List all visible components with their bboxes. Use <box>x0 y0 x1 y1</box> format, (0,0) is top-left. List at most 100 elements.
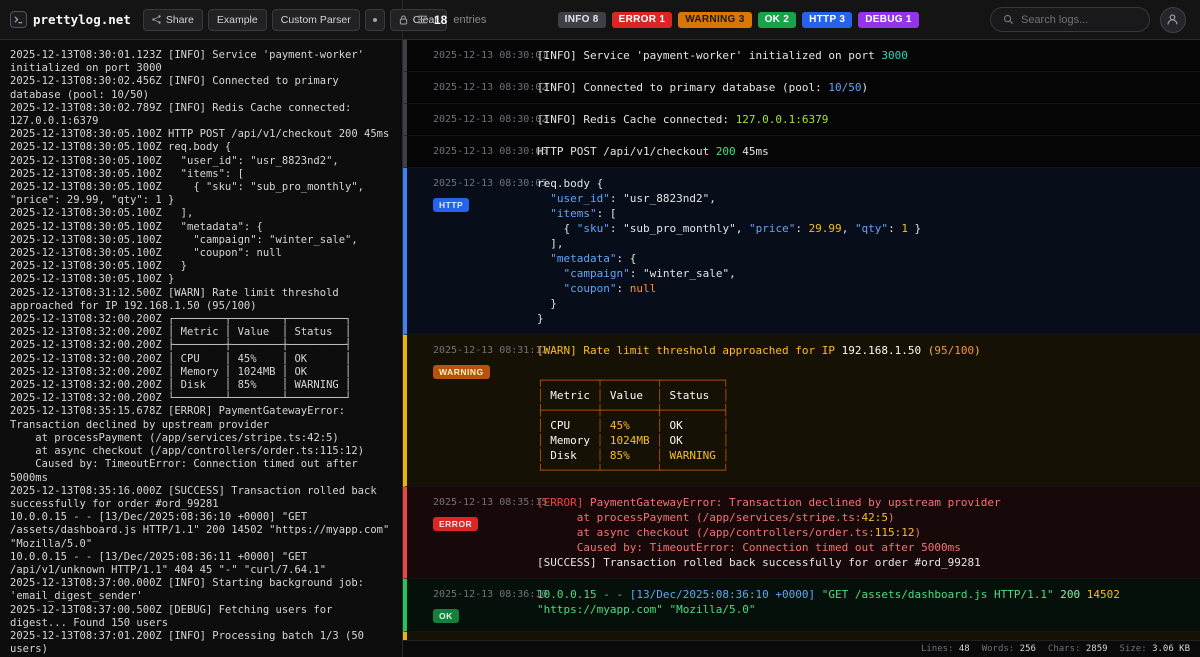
raw-log-panel[interactable]: 2025-12-13T08:30:01.123Z [INFO] Service … <box>0 40 403 657</box>
entries-count: 18 entries <box>417 13 486 27</box>
raw-log-line: 2025-12-13T08:30:05.100Z "user_id": "usr… <box>10 155 392 168</box>
raw-log-line: Caused by: TimeoutError: Connection time… <box>10 458 392 484</box>
entry-level-badge: ERROR <box>433 517 478 531</box>
raw-log-line: 2025-12-13T08:30:05.100Z } <box>10 273 392 286</box>
stat-size: Size: 3.06 KB <box>1120 644 1190 654</box>
entry-meta: 2025-12-13 08:30:02 <box>407 112 537 127</box>
parsed-log-panel: 2025-12-13 08:30:01[INFO] Service 'payme… <box>403 40 1200 657</box>
user-icon <box>1166 13 1179 26</box>
logo-icon <box>10 11 27 28</box>
entry-meta: 2025-12-13 08:31:12WARNING <box>407 343 537 478</box>
log-entry[interactable]: 2025-12-13 08:36:10OK10.0.0.15 - - [13/D… <box>403 579 1200 632</box>
stat-lines: Lines: 48 <box>921 644 970 654</box>
share-button-label: Share <box>166 14 194 26</box>
topbar-right: 18 entries INFO 8 ERROR 1 WARNING 3 OK 2 HTT… <box>403 0 1200 39</box>
log-entry[interactable]: 2025-12-13 08:35:15ERROR[ERROR] PaymentG… <box>403 487 1200 579</box>
dot-icon <box>373 18 377 22</box>
raw-log-line: 2025-12-13T08:32:00.200Z │ Metric │ Valu… <box>10 326 392 339</box>
share-icon <box>152 15 161 24</box>
entry-content: 10.0.0.15 - - [13/Dec/2025:08:36:10 +000… <box>537 587 1186 623</box>
raw-log-line: 2025-12-13T08:30:05.100Z "items": [ <box>10 168 392 181</box>
raw-log-line: 2025-12-13T08:32:00.200Z ┌────────┬─────… <box>10 313 392 326</box>
level-badges: INFO 8 ERROR 1 WARNING 3 OK 2 HTTP 3 DEBUG 1 <box>558 12 919 28</box>
log-entry[interactable]: 2025-12-13 08:30:01[INFO] Service 'payme… <box>403 40 1200 72</box>
entry-timestamp: 2025-12-13 08:30:05 <box>433 176 537 191</box>
status-bar: Lines: 48 Words: 256 Chars: 2859 Size: 3.06… <box>403 640 1200 657</box>
entry-timestamp: 2025-12-13 08:30:02 <box>433 112 537 127</box>
raw-log-line: 2025-12-13T08:35:16.000Z [SUCCESS] Trans… <box>10 485 392 511</box>
log-entries: 2025-12-13 08:30:01[INFO] Service 'payme… <box>403 40 1200 640</box>
log-entry[interactable]: 2025-12-13 08:30:02[INFO] Redis Cache co… <box>403 104 1200 136</box>
example-button-label: Example <box>217 14 258 26</box>
entry-timestamp: 2025-12-13 08:30:02 <box>433 80 537 95</box>
raw-log-line: 2025-12-13T08:32:00.200Z │ CPU │ 45% │ O… <box>10 353 392 366</box>
parser-options-button[interactable] <box>365 9 385 31</box>
raw-log-line: 2025-12-13T08:30:05.100Z "metadata": { <box>10 221 392 234</box>
raw-log-line: 2025-12-13T08:30:01.123Z [INFO] Service … <box>10 49 392 75</box>
share-button[interactable]: Share <box>143 9 203 31</box>
entry-meta: 2025-12-13 08:30:01 <box>407 48 537 63</box>
custom-parser-button-label: Custom Parser <box>281 14 351 26</box>
raw-log-line: 2025-12-13T08:37:00.500Z [DEBUG] Fetchin… <box>10 604 392 630</box>
raw-log-line: 2025-12-13T08:30:05.100Z req.body { <box>10 141 392 154</box>
entry-meta: 2025-12-13 08:35:15 ERROR <box>407 495 537 570</box>
raw-log-line: 2025-12-13T08:32:00.200Z ├────────┼─────… <box>10 339 392 352</box>
search-input[interactable] <box>1021 14 1137 26</box>
raw-log-line: 10.0.0.15 - - [13/Dec/2025:08:36:11 +000… <box>10 551 392 577</box>
raw-log-line: 2025-12-13T08:30:05.100Z ], <box>10 207 392 220</box>
entry-content: [INFO] Service 'payment-worker' initiali… <box>537 48 1186 63</box>
entry-content: [WARN] Rate limit threshold approached f… <box>537 343 1186 478</box>
entry-meta: 2025-12-13 08:30:02 <box>407 80 537 95</box>
app-title: prettylog.net <box>33 12 131 27</box>
raw-log-line: 2025-12-13T08:30:05.100Z } <box>10 260 392 273</box>
raw-log-line: 2025-12-13T08:30:02.456Z [INFO] Connecte… <box>10 75 392 101</box>
logo[interactable]: prettylog.net <box>10 11 131 28</box>
raw-log-line: at async checkout (/app/controllers/orde… <box>10 445 392 458</box>
log-entry[interactable]: 2025-12-13 08:30:05HTTPreq.body { "user_… <box>403 168 1200 335</box>
entry-content: [INFO] Redis Cache connected: 127.0.0.1:… <box>537 112 1186 127</box>
custom-parser-button[interactable]: Custom Parser <box>272 9 360 31</box>
topbar: prettylog.net Share Example Custom Parse… <box>0 0 1200 40</box>
example-button[interactable]: Example <box>208 9 267 31</box>
stat-words: Words: 256 <box>982 644 1036 654</box>
raw-log-line: 2025-12-13T08:32:00.200Z │ Disk │ 85% │ … <box>10 379 392 392</box>
search-box[interactable] <box>990 7 1150 32</box>
raw-log-line: at processPayment (/app/services/stripe.… <box>10 432 392 445</box>
entry-timestamp: 2025-12-13 08:30:01 <box>433 48 537 63</box>
filter-badge-warning[interactable]: WARNING 3 <box>678 12 751 28</box>
raw-log-line: 2025-12-13T08:30:05.100Z { "sku": "sub_p… <box>10 181 392 207</box>
raw-log-line: 2025-12-13T08:30:05.100Z "coupon": null <box>10 247 392 260</box>
entry-timestamp: 2025-12-13 08:36:10 <box>433 587 537 602</box>
filter-badge-error[interactable]: ERROR 1 <box>612 12 673 28</box>
filter-badge-debug[interactable]: DEBUG 1 <box>858 12 919 28</box>
entry-content: [INFO] Connected to primary database (po… <box>537 80 1186 95</box>
entry-timestamp: 2025-12-13 08:35:15 <box>433 495 537 510</box>
stat-chars: Chars: 2859 <box>1048 644 1108 654</box>
raw-log-line: 2025-12-13T08:32:00.200Z └────────┴─────… <box>10 392 392 405</box>
filter-badge-info[interactable]: INFO 8 <box>558 12 606 28</box>
log-entry[interactable]: 2025-12-13 08:31:12WARNING[WARN] Rate li… <box>403 335 1200 487</box>
log-entry[interactable]: 2025-12-13 08:36:11WARNING10.0.0.15 - - … <box>403 632 1200 640</box>
user-avatar-button[interactable] <box>1160 7 1186 33</box>
entry-meta: 2025-12-13 08:30:05 <box>407 144 537 159</box>
toolbar: Share Example Custom Parser Clear <box>143 9 447 31</box>
entries-count-label: entries <box>453 14 486 26</box>
entries-count-value: 18 <box>434 13 447 27</box>
entry-meta: 2025-12-13 08:36:10OK <box>407 587 537 623</box>
filter-badge-ok[interactable]: OK 2 <box>758 12 797 28</box>
topbar-left: prettylog.net Share Example Custom Parse… <box>0 0 403 39</box>
raw-log-line: 2025-12-13T08:30:05.100Z "campaign": "wi… <box>10 234 392 247</box>
filter-badge-http[interactable]: HTTP 3 <box>802 12 852 28</box>
log-entry[interactable]: 2025-12-13 08:30:05HTTP POST /api/v1/che… <box>403 136 1200 168</box>
entry-content: req.body { "user_id": "usr_8823nd2", "it… <box>537 176 1186 326</box>
entry-meta: 2025-12-13 08:30:05HTTP <box>407 176 537 326</box>
raw-log-text: 2025-12-13T08:30:01.123Z [INFO] Service … <box>10 49 392 657</box>
raw-log-line: 2025-12-13T08:37:00.000Z [INFO] Starting… <box>10 577 392 603</box>
log-entry[interactable]: 2025-12-13 08:30:02[INFO] Connected to p… <box>403 72 1200 104</box>
entry-timestamp: 2025-12-13 08:30:05 <box>433 144 537 159</box>
entries-list-icon <box>417 14 428 25</box>
raw-log-line: 2025-12-13T08:32:00.200Z │ Memory │ 1024… <box>10 366 392 379</box>
entry-content: HTTP POST /api/v1/checkout 200 45ms <box>537 144 1186 159</box>
entry-level-badge: WARNING <box>433 365 490 379</box>
main-split: 2025-12-13T08:30:01.123Z [INFO] Service … <box>0 40 1200 657</box>
